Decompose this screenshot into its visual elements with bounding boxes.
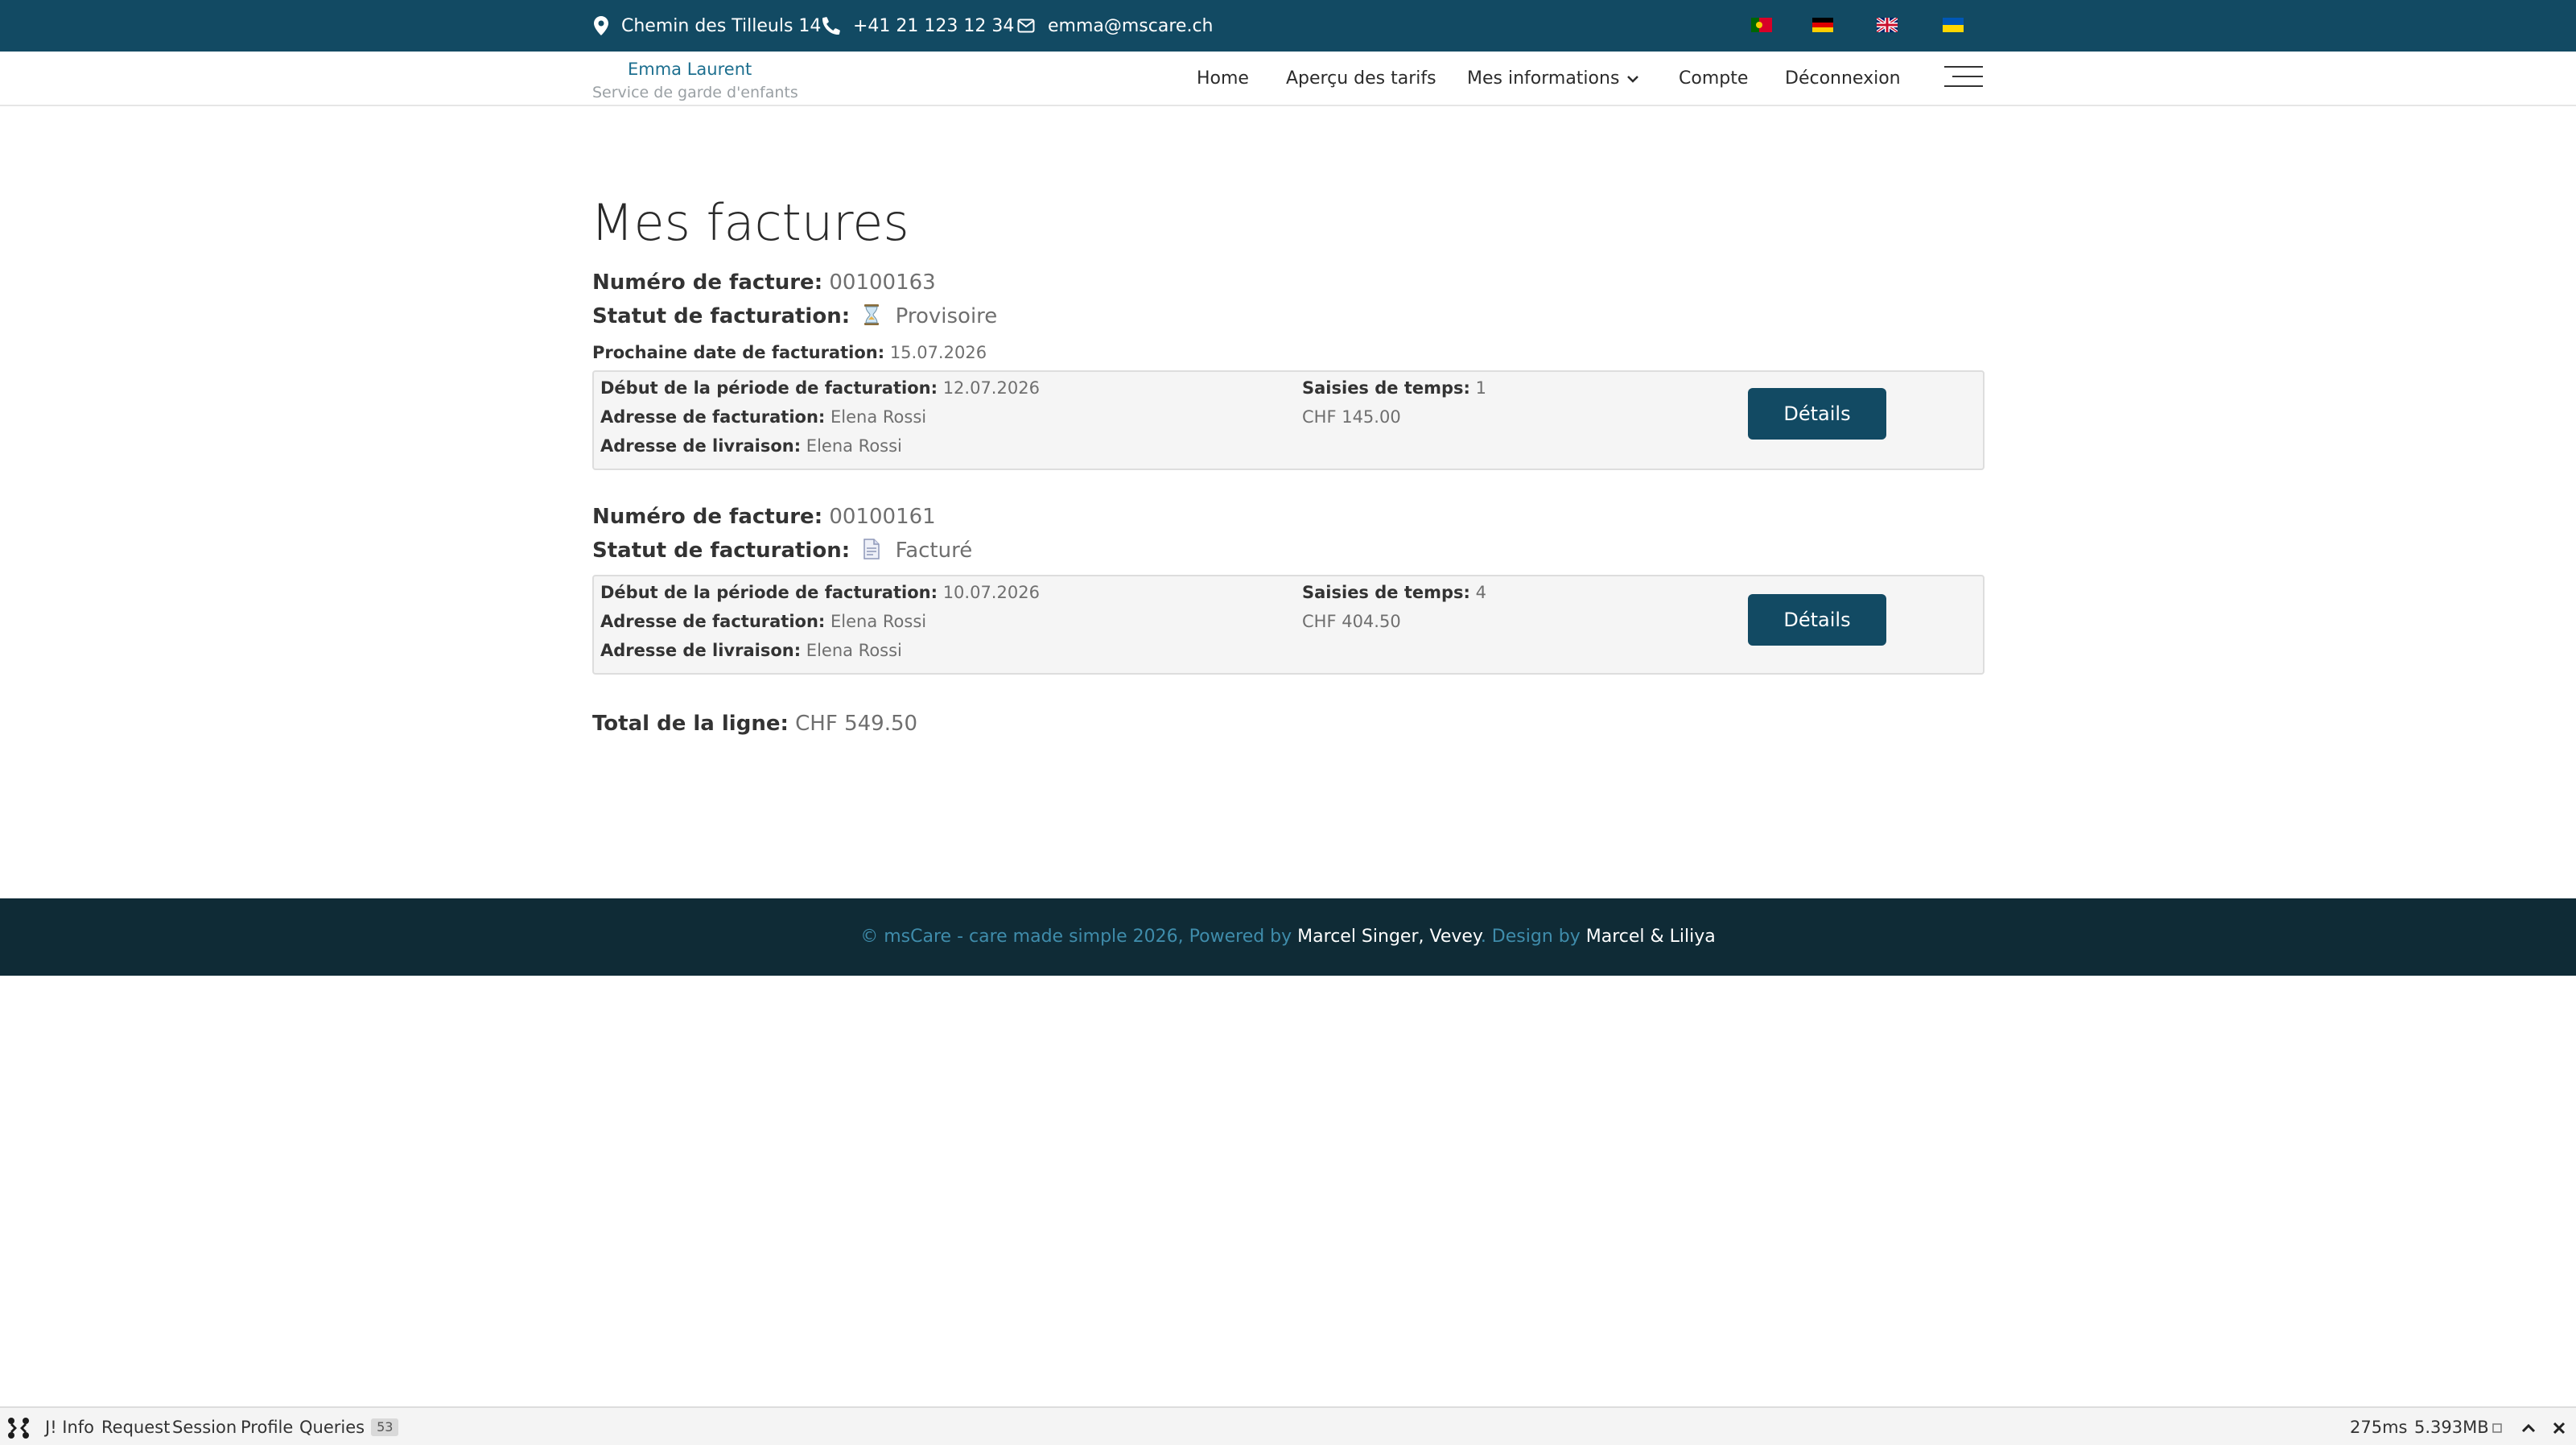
billing-status-label: Statut de facturation: — [592, 539, 851, 563]
billing-address-value: Elena Rossi — [831, 612, 927, 631]
ukraine-flag-icon[interactable] — [1943, 18, 1964, 32]
top-contact-bar: Chemin des Tilleuls 14 +41 21 123 12 34 … — [0, 0, 2576, 52]
debug-tab-queries-label: Queries — [299, 1418, 365, 1437]
email-contact[interactable]: emma@mscare.ch — [1017, 0, 1213, 52]
invoice-card: Début de la période de facturation: 10.0… — [592, 575, 1985, 675]
map-pin-icon — [594, 16, 608, 35]
email-text: emma@mscare.ch — [1048, 15, 1214, 36]
restore-window-icon[interactable] — [2492, 1408, 2503, 1445]
invoice-number-label: Numéro de facture: — [592, 505, 823, 529]
period-start-value: 10.07.2026 — [942, 583, 1040, 602]
billing-status-value: Facturé — [895, 539, 973, 563]
period-start-value: 12.07.2026 — [942, 378, 1040, 398]
hourglass-icon — [864, 304, 880, 325]
chevron-down-icon — [1627, 76, 1639, 83]
line-total: Total de la ligne: CHF 549.50 — [592, 712, 917, 736]
period-start-row: Début de la période de facturation: 12.0… — [600, 378, 1040, 398]
time-entries-row: Saisies de temps: 1 — [1302, 378, 1486, 398]
envelope-icon — [1017, 19, 1035, 33]
debug-tab-profile[interactable]: Profile — [241, 1408, 293, 1445]
address-contact: Chemin des Tilleuls 14 — [594, 0, 821, 52]
billing-status-label: Statut de facturation: — [592, 304, 851, 328]
period-start-label: Début de la période de facturation: — [600, 378, 938, 398]
billing-address-row: Adresse de facturation: Elena Rossi — [600, 407, 926, 427]
nav-item-my-information-label: Mes informations — [1467, 68, 1620, 89]
footer-copyright: © msCare - care made simple 2026, Powere… — [860, 927, 1292, 947]
line-total-value: CHF 549.50 — [795, 712, 918, 736]
germany-flag-icon[interactable] — [1812, 18, 1833, 32]
debug-tab-info[interactable]: J! Info — [45, 1408, 94, 1445]
address-text: Chemin des Tilleuls 14 — [621, 15, 822, 36]
nav-item-home[interactable]: Home — [1197, 52, 1249, 106]
billing-address-row: Adresse de facturation: Elena Rossi — [600, 612, 926, 631]
billing-status-line: Statut de facturation: Facturé — [592, 539, 972, 563]
details-button[interactable]: Détails — [1748, 594, 1886, 646]
queries-count-badge: 53 — [371, 1418, 399, 1436]
invoice-amount-value: CHF 145.00 — [1302, 407, 1401, 427]
main-navbar: Emma Laurent Service de garde d'enfants … — [0, 52, 2576, 106]
invoice-amount-row: CHF 404.50 — [1302, 612, 1401, 631]
joomla-logo-icon[interactable] — [6, 1408, 31, 1445]
page-footer: © msCare - care made simple 2026, Powere… — [0, 898, 2576, 976]
time-entries-row: Saisies de temps: 4 — [1302, 583, 1486, 602]
billing-address-label: Adresse de facturation: — [600, 612, 826, 631]
phone-text: +41 21 123 12 34 — [853, 15, 1015, 36]
document-icon — [863, 539, 880, 559]
brand-name[interactable]: Emma Laurent — [628, 60, 752, 79]
footer-design-label: . Design by — [1480, 927, 1581, 947]
next-billing-date-line: Prochaine date de facturation: 15.07.202… — [592, 343, 987, 362]
delivery-address-value: Elena Rossi — [806, 641, 902, 660]
delivery-address-value: Elena Rossi — [806, 436, 902, 456]
time-entries-label: Saisies de temps: — [1302, 378, 1470, 398]
billing-status-value: Provisoire — [895, 304, 998, 328]
nav-item-pricing[interactable]: Aperçu des tarifs — [1286, 52, 1436, 106]
invoice-amount-value: CHF 404.50 — [1302, 612, 1401, 631]
debug-tab-queries[interactable]: Queries 53 — [299, 1408, 399, 1445]
line-total-label: Total de la ligne: — [592, 712, 789, 736]
nav-item-account[interactable]: Compte — [1679, 52, 1748, 106]
details-button[interactable]: Détails — [1748, 388, 1886, 440]
delivery-address-label: Adresse de livraison: — [600, 641, 802, 660]
invoice-card: Début de la période de facturation: 12.0… — [592, 370, 1985, 470]
time-entries-value: 1 — [1475, 378, 1486, 398]
debug-tab-request[interactable]: Request — [101, 1408, 170, 1445]
billing-status-line: Statut de facturation: Provisoire — [592, 304, 997, 328]
uk-flag-icon[interactable] — [1877, 18, 1898, 32]
debug-memory: 5.393MB — [2414, 1418, 2489, 1437]
invoice-number-line: Numéro de facture: 00100163 — [592, 270, 936, 295]
chevron-up-icon[interactable] — [2520, 1408, 2537, 1445]
brand-subtitle: Service de garde d'enfants — [592, 84, 798, 101]
next-billing-date-label: Prochaine date de facturation: — [592, 343, 885, 362]
nav-item-logout[interactable]: Déconnexion — [1785, 52, 1901, 106]
period-start-row: Début de la période de facturation: 10.0… — [600, 583, 1040, 602]
debug-bar: J! Info Request Session Profile Queries 5… — [0, 1406, 2576, 1445]
delivery-address-row: Adresse de livraison: Elena Rossi — [600, 436, 902, 456]
phone-contact[interactable]: +41 21 123 12 34 — [822, 0, 1014, 52]
debug-tab-session[interactable]: Session — [172, 1408, 237, 1445]
invoice-number-value: 00100161 — [829, 505, 936, 529]
delivery-address-label: Adresse de livraison: — [600, 436, 802, 456]
close-icon[interactable] — [2553, 1408, 2566, 1445]
debug-time: 275ms — [2350, 1418, 2408, 1437]
invoice-number-value: 00100163 — [829, 270, 936, 295]
nav-item-my-information[interactable]: Mes informations — [1467, 52, 1640, 106]
period-start-label: Début de la période de facturation: — [600, 583, 938, 602]
portugal-flag-icon[interactable] — [1751, 18, 1772, 32]
next-billing-date-value: 15.07.2026 — [889, 343, 987, 362]
hamburger-menu-icon[interactable] — [1944, 66, 1983, 92]
footer-powered-by-link[interactable]: Marcel Singer, Vevey — [1297, 927, 1481, 947]
footer-designers-link[interactable]: Marcel & Liliya — [1586, 927, 1716, 947]
time-entries-label: Saisies de temps: — [1302, 583, 1470, 602]
time-entries-value: 4 — [1475, 583, 1486, 602]
invoice-amount-row: CHF 145.00 — [1302, 407, 1401, 427]
billing-address-value: Elena Rossi — [831, 407, 927, 427]
delivery-address-row: Adresse de livraison: Elena Rossi — [600, 641, 902, 660]
billing-address-label: Adresse de facturation: — [600, 407, 826, 427]
invoice-number-line: Numéro de facture: 00100161 — [592, 505, 936, 529]
page-title: Mes factures — [591, 193, 909, 252]
invoice-number-label: Numéro de facture: — [592, 270, 823, 295]
phone-icon — [822, 17, 840, 35]
